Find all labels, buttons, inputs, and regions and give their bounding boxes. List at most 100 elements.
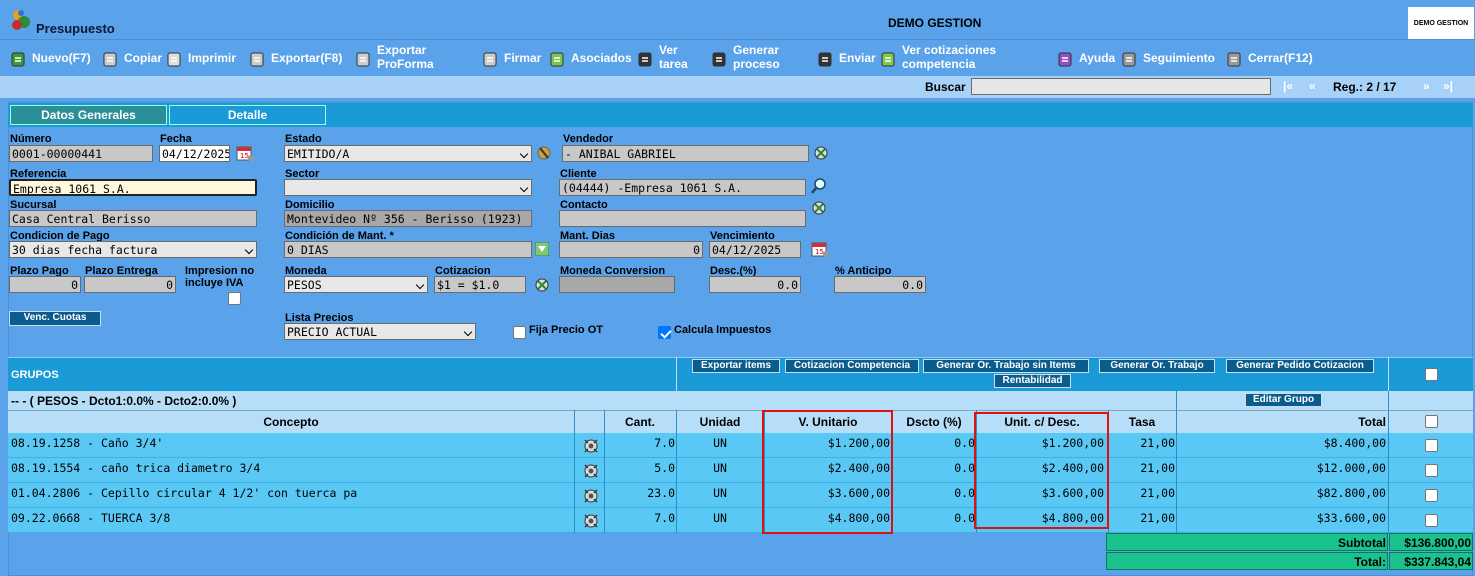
fecha-field[interactable]: 04/12/2025 xyxy=(159,145,230,162)
tab-datos-generales[interactable]: Datos Generales xyxy=(10,105,167,125)
cell-unidad: UN xyxy=(713,511,727,525)
toolbar-label: Imprimir xyxy=(188,51,237,65)
monedaconv-field[interactable] xyxy=(559,276,675,293)
magnifier-icon[interactable] xyxy=(810,177,828,195)
calcula-impuestos-label: Calcula Impuestos xyxy=(674,324,772,336)
subtotal-label: Subtotal xyxy=(1338,536,1386,550)
row-select-checkbox[interactable] xyxy=(1425,514,1438,527)
fija-precio-label: Fija Precio OT xyxy=(529,324,603,336)
generar-pedido-cotizacion-button[interactable]: Generar Pedido Cotizacion xyxy=(1226,359,1374,373)
item-detail-icon[interactable] xyxy=(582,512,600,530)
toolbar-label-line1: Ver cotizaciones xyxy=(902,43,997,57)
impresion-iva-checkbox[interactable] xyxy=(228,292,241,305)
send-icon xyxy=(818,52,832,67)
anticipo-field[interactable]: 0.0 xyxy=(834,276,926,293)
select-all-items-checkbox[interactable] xyxy=(1425,415,1438,428)
lista-precios-select[interactable]: PRECIO ACTUAL xyxy=(284,323,476,340)
toolbar-close-button[interactable]: Cerrar(F12) xyxy=(1226,48,1376,72)
row-select-checkbox[interactable] xyxy=(1425,489,1438,502)
vencimiento-calendar-icon[interactable]: 15 xyxy=(810,240,830,258)
grupos-title: GRUPOS xyxy=(11,369,59,381)
mantdias-field[interactable]: 0 xyxy=(559,241,703,258)
contacto-search-icon[interactable] xyxy=(810,199,828,217)
subtotal-value: $136.800,00 xyxy=(1404,536,1471,550)
cell-tasa: 21,00 xyxy=(1140,486,1175,500)
generar-ot-button[interactable]: Generar Or. Trabajo xyxy=(1099,359,1215,373)
toolbar-label: Enviar xyxy=(839,51,876,65)
toolbar: Nuevo(F7) Copiar Imprimir Exportar(F8) Expor… xyxy=(0,41,1475,75)
cotizacion-search-icon[interactable] xyxy=(533,276,551,294)
row-select-checkbox[interactable] xyxy=(1425,464,1438,477)
referencia-field[interactable]: Empresa 1061 S.A. xyxy=(9,179,257,196)
total-label: Total: xyxy=(1354,555,1386,569)
vendedor-search-icon[interactable] xyxy=(812,144,830,162)
toolbar-label-line2: ProForma xyxy=(377,57,434,71)
svg-text:15: 15 xyxy=(240,152,249,160)
associated-icon xyxy=(550,52,564,67)
cell-dscto: 0.0 xyxy=(954,486,975,500)
toolbar-label-line2: proceso xyxy=(733,57,780,71)
exportar-items-button[interactable]: Exportar items xyxy=(692,359,780,373)
prev-record-button[interactable]: « xyxy=(1309,79,1316,93)
cell-cant: 5.0 xyxy=(654,461,675,475)
cell-tasa: 21,00 xyxy=(1140,436,1175,450)
condmant-field[interactable]: 0 DIAS xyxy=(284,241,532,258)
column-separator xyxy=(574,410,575,533)
last-record-button[interactable]: »| xyxy=(1443,79,1453,93)
moneda-select[interactable]: PESOS xyxy=(284,276,428,293)
quotes-icon xyxy=(881,52,895,67)
plazoentrega-field[interactable]: 0 xyxy=(84,276,176,293)
editar-grupo-button[interactable]: Editar Grupo xyxy=(1245,393,1322,407)
toolbar-label-line1: Ver xyxy=(659,43,678,57)
cell-unidad: UN xyxy=(713,436,727,450)
numero-label: Número xyxy=(10,133,52,145)
numero-field[interactable]: 0001-00000441 xyxy=(9,145,153,162)
toolbar-label: Ayuda xyxy=(1079,51,1116,65)
record-counter: Reg.: 2 / 17 xyxy=(1333,80,1397,94)
dropdown-arrow-icon[interactable] xyxy=(535,242,549,256)
search-input[interactable] xyxy=(971,78,1271,95)
venc-cuotas-button[interactable]: Venc. Cuotas xyxy=(9,311,101,326)
toolbar-label: Asociados xyxy=(571,51,632,65)
impresion-label-2: incluye IVA xyxy=(185,277,244,289)
cell-total: $33.600,00 xyxy=(1316,511,1386,525)
toolbar-label-line1: Exportar xyxy=(377,43,427,57)
cliente-field[interactable]: (04444) -Empresa 1061 S.A. xyxy=(559,179,806,196)
first-record-button[interactable]: |« xyxy=(1283,79,1293,93)
item-detail-icon[interactable] xyxy=(582,462,600,480)
fija-precio-checkbox[interactable] xyxy=(513,326,526,339)
rentabilidad-button[interactable]: Rentabilidad xyxy=(994,374,1071,388)
col-tasa: Tasa xyxy=(1128,415,1156,429)
toolbar-label: Firmar xyxy=(504,51,542,65)
vencimiento-field[interactable]: 04/12/2025 xyxy=(709,241,801,258)
generar-ot-sin-items-button[interactable]: Generar Or. Trabajo sin Items xyxy=(923,359,1089,373)
descuento-field[interactable]: 0.0 xyxy=(709,276,801,293)
item-detail-icon[interactable] xyxy=(582,487,600,505)
row-select-checkbox[interactable] xyxy=(1425,439,1438,452)
item-detail-icon[interactable] xyxy=(582,437,600,455)
contacto-field[interactable] xyxy=(559,210,806,227)
tab-detalle[interactable]: Detalle xyxy=(169,105,326,125)
calcula-impuestos-checkbox[interactable] xyxy=(658,326,671,339)
col-total: Total xyxy=(1358,415,1386,429)
toolbar-quotes-button[interactable]: Ver cotizaciones competencia xyxy=(880,44,1030,72)
vendedor-field[interactable]: - ANIBAL GABRIEL xyxy=(562,145,809,162)
condpago-select[interactable]: 30 dias fecha factura xyxy=(9,241,257,258)
domicilio-field[interactable]: Montevideo Nº 356 - Berisso (1923) xyxy=(284,210,532,227)
calendar-icon[interactable]: 15 xyxy=(235,144,255,162)
cell-dscto: 0.0 xyxy=(954,511,975,525)
estado-select[interactable]: EMITIDO/A xyxy=(284,145,532,162)
cotizacion-competencia-button[interactable]: Cotizacion Competencia xyxy=(785,359,919,373)
search-bar: Buscar |« « Reg.: 2 / 17 » »| xyxy=(0,76,1475,98)
search-label: Buscar xyxy=(925,80,966,94)
col-cant: Cant. xyxy=(625,415,655,429)
sucursal-field[interactable]: Casa Central Berisso xyxy=(9,210,257,227)
next-record-button[interactable]: » xyxy=(1423,79,1430,93)
column-separator xyxy=(676,410,677,533)
estado-action-icon[interactable] xyxy=(536,144,553,161)
sector-select[interactable] xyxy=(284,179,532,196)
select-all-groups-checkbox[interactable] xyxy=(1425,368,1438,381)
cotizacion-field[interactable]: $1 = $1.0 xyxy=(434,276,526,293)
plazopago-field[interactable]: 0 xyxy=(9,276,81,293)
cell-tasa: 21,00 xyxy=(1140,511,1175,525)
